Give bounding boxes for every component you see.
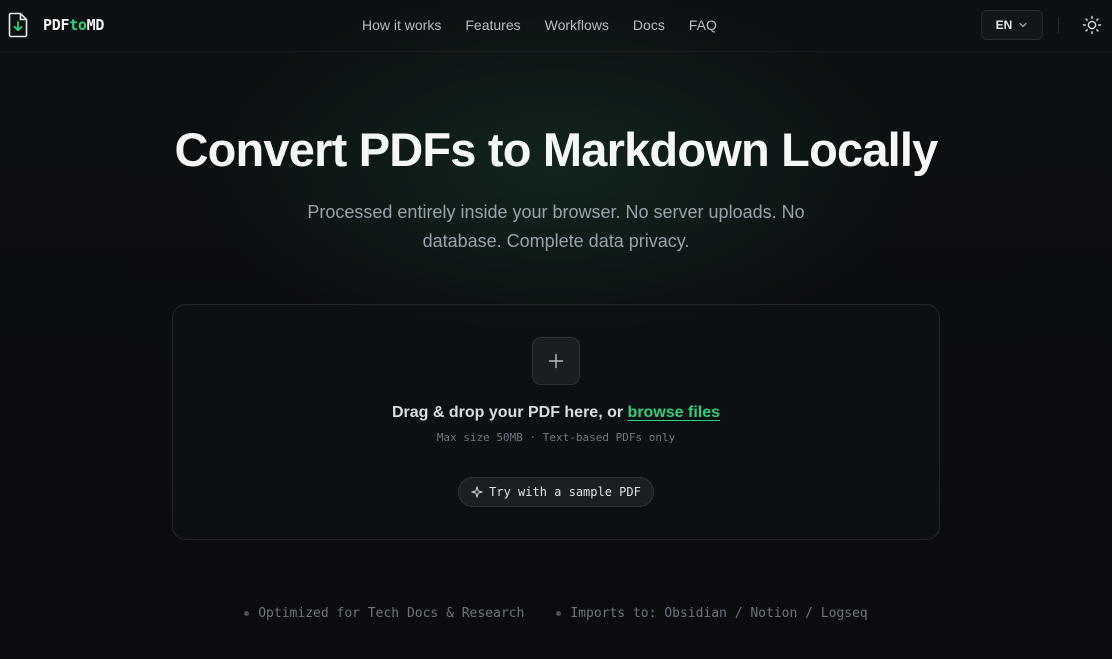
language-label: EN <box>995 18 1013 32</box>
nav-faq[interactable]: FAQ <box>689 16 717 34</box>
pdf-download-icon <box>8 12 28 38</box>
try-sample-label: Try with a sample PDF <box>489 485 641 499</box>
feature-item: Imports to: Obsidian / Notion / Logseq <box>556 606 868 621</box>
chevron-down-icon <box>1019 22 1027 28</box>
feature-highlights: Optimized for Tech Docs & Research Impor… <box>0 606 1112 621</box>
file-limits: Max size 50MB · Text-based PDFs only <box>436 431 676 444</box>
browse-files-link[interactable]: browse files <box>628 404 720 421</box>
plus-icon <box>548 353 564 369</box>
page-subtitle: Processed entirely inside your browser. … <box>307 202 805 251</box>
nav-workflows[interactable]: Workflows <box>545 16 609 34</box>
bullet-dot <box>244 611 250 616</box>
try-sample-button[interactable]: Try with a sample PDF <box>458 477 654 507</box>
drop-instructions: Drag & drop your PDF here, or browse fil… <box>173 404 939 422</box>
top-navigation-bar: PDFtoMD How it works Features Workflows … <box>0 0 1112 52</box>
page-title: Convert PDFs to Markdown Locally <box>174 123 938 176</box>
nav-docs[interactable]: Docs <box>633 16 665 34</box>
main-nav: How it works Features Workflows Docs FAQ <box>362 16 741 34</box>
nav-how-it-works[interactable]: How it works <box>362 16 441 34</box>
feature-text: Imports to: Obsidian / Notion / Logseq <box>570 606 868 621</box>
drop-prompt: Drag & drop your PDF here, or <box>391 404 628 421</box>
language-selector[interactable]: EN <box>981 10 1043 40</box>
feature-text: Optimized for Tech Docs & Research <box>258 606 525 621</box>
nav-features[interactable]: Features <box>465 16 520 34</box>
sparkle-icon <box>471 486 483 498</box>
brand-name: PDFtoMD <box>43 16 105 34</box>
add-file-button[interactable] <box>532 337 580 385</box>
header-divider <box>1058 17 1059 33</box>
page: PDFtoMD How it works Features Workflows … <box>0 0 1112 659</box>
bullet-dot <box>556 611 562 616</box>
feature-item: Optimized for Tech Docs & Research <box>244 606 524 621</box>
brand-logo[interactable]: PDFtoMD <box>8 12 104 38</box>
sun-icon[interactable] <box>1082 15 1102 35</box>
pdf-drop-zone[interactable]: Drag & drop your PDF here, or browse fil… <box>172 304 940 540</box>
